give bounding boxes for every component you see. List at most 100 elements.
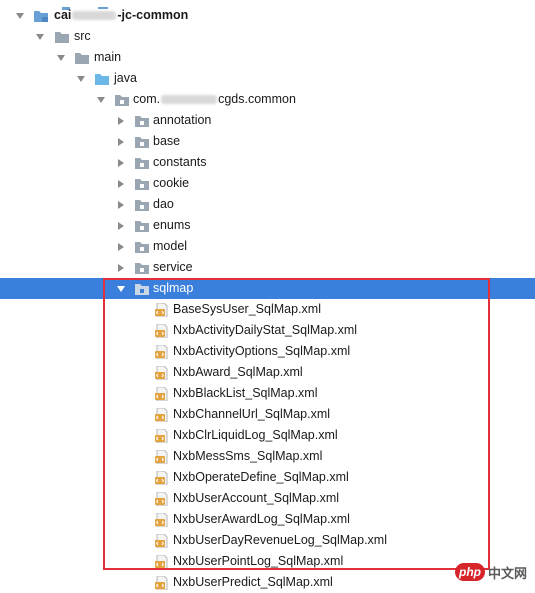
tree-row-package-annotation[interactable]: annotation — [0, 110, 535, 131]
file-label: NxbBlackList_SqlMap.xml — [173, 386, 318, 400]
tree-row-java[interactable]: java — [0, 68, 535, 89]
xml-file-icon — [154, 534, 170, 548]
module-name: cai -jc-common — [54, 8, 188, 23]
triangle-down-icon[interactable] — [56, 53, 66, 63]
tree-row-module[interactable]: cai -jc-common — [0, 5, 535, 26]
file-label: NxbClrLiquidLog_SqlMap.xml — [173, 428, 338, 442]
package-label: enums — [153, 218, 191, 232]
package-folder-icon — [134, 240, 150, 254]
xml-file-icon — [154, 450, 170, 464]
tree-row-file[interactable]: NxbActivityOptions_SqlMap.xml — [0, 341, 535, 362]
file-label: NxbUserAccount_SqlMap.xml — [173, 491, 340, 505]
package-folder-icon — [134, 282, 150, 296]
package-folder-icon — [114, 93, 130, 107]
file-label: NxbChannelUrl_SqlMap.xml — [173, 407, 331, 421]
xml-file-icon — [154, 408, 170, 422]
source-folder-icon — [94, 72, 110, 86]
tree-row-main[interactable]: main — [0, 47, 535, 68]
folder-label-java: java — [114, 71, 137, 85]
folder-label-src: src — [74, 29, 91, 43]
package-label: annotation — [153, 113, 212, 127]
package-label: cookie — [153, 176, 190, 190]
triangle-right-icon[interactable] — [116, 179, 126, 189]
tree-row-file[interactable]: NxbBlackList_SqlMap.xml — [0, 383, 535, 404]
root-package-name: com. cgds.common — [133, 92, 296, 107]
package-folder-icon — [134, 219, 150, 233]
scrolled-row-remnant — [0, 0, 535, 10]
triangle-right-icon[interactable] — [116, 200, 126, 210]
file-label: NxbUserDayRevenueLog_SqlMap.xml — [173, 533, 387, 547]
triangle-right-icon[interactable] — [116, 242, 126, 252]
folder-icon — [54, 30, 70, 44]
package-label: base — [153, 134, 181, 148]
folder-icon — [74, 51, 90, 65]
xml-file-icon — [154, 513, 170, 527]
package-label: model — [153, 239, 188, 253]
file-label: NxbMessSms_SqlMap.xml — [173, 449, 323, 463]
tree-row-sqlmap[interactable]: sqlmap — [0, 278, 535, 299]
package-name-prefix: com. — [133, 92, 161, 106]
triangle-down-icon[interactable] — [15, 11, 25, 21]
file-label: NxbActivityOptions_SqlMap.xml — [173, 344, 351, 358]
package-folder-icon — [134, 114, 150, 128]
xml-file-icon — [154, 387, 170, 401]
package-name-suffix: cgds.common — [218, 92, 296, 106]
file-label: NxbUserPointLog_SqlMap.xml — [173, 554, 344, 568]
tree-row-package-service[interactable]: service — [0, 257, 535, 278]
redacted-text — [161, 95, 218, 105]
tree-row-package-model[interactable]: model — [0, 236, 535, 257]
xml-file-icon — [154, 345, 170, 359]
triangle-down-icon[interactable] — [116, 284, 126, 294]
file-label: NxbAward_SqlMap.xml — [173, 365, 303, 379]
xml-file-icon — [154, 324, 170, 338]
tree-row-file[interactable]: NxbAward_SqlMap.xml — [0, 362, 535, 383]
watermark-text: 中文网 — [487, 565, 527, 581]
xml-file-icon — [154, 429, 170, 443]
triangle-right-icon[interactable] — [116, 221, 126, 231]
tree-row-file[interactable]: NxbUserDayRevenueLog_SqlMap.xml — [0, 530, 535, 551]
tree-row-file[interactable]: NxbOperateDefine_SqlMap.xml — [0, 467, 535, 488]
tree-row-file[interactable]: NxbChannelUrl_SqlMap.xml — [0, 404, 535, 425]
tree-row-file[interactable]: NxbMessSms_SqlMap.xml — [0, 446, 535, 467]
module-name-suffix: -jc-common — [117, 8, 189, 22]
triangle-right-icon[interactable] — [116, 137, 126, 147]
xml-file-icon — [154, 492, 170, 506]
project-tree: cai -jc-common src main java com. cgds.c… — [0, 0, 535, 590]
xml-file-icon — [154, 303, 170, 317]
tree-row-file[interactable]: BaseSysUser_SqlMap.xml — [0, 299, 535, 320]
package-folder-icon — [134, 156, 150, 170]
triangle-right-icon[interactable] — [116, 116, 126, 126]
triangle-down-icon[interactable] — [76, 74, 86, 84]
file-label: BaseSysUser_SqlMap.xml — [173, 302, 321, 316]
tree-row-src[interactable]: src — [0, 26, 535, 47]
tree-row-root-package[interactable]: com. cgds.common — [0, 89, 535, 110]
package-folder-icon — [134, 135, 150, 149]
tree-row-package-constants[interactable]: constants — [0, 152, 535, 173]
tree-row-file[interactable]: NxbClrLiquidLog_SqlMap.xml — [0, 425, 535, 446]
package-label-sqlmap: sqlmap — [153, 281, 194, 295]
watermark: php 中文网 — [454, 562, 527, 582]
module-folder-icon — [33, 9, 49, 23]
tree-row-package-dao[interactable]: dao — [0, 194, 535, 215]
package-folder-icon — [134, 198, 150, 212]
triangle-right-icon[interactable] — [116, 263, 126, 273]
tree-row-file[interactable]: NxbUserAwardLog_SqlMap.xml — [0, 509, 535, 530]
package-folder-icon — [134, 177, 150, 191]
file-label: NxbActivityDailyStat_SqlMap.xml — [173, 323, 358, 337]
tree-row-package-cookie[interactable]: cookie — [0, 173, 535, 194]
xml-file-icon — [154, 555, 170, 569]
module-name-prefix: cai — [54, 8, 72, 22]
tree-row-file[interactable]: NxbActivityDailyStat_SqlMap.xml — [0, 320, 535, 341]
package-label: dao — [153, 197, 174, 211]
tree-row-package-enums[interactable]: enums — [0, 215, 535, 236]
file-label: NxbUserAwardLog_SqlMap.xml — [173, 512, 350, 526]
triangle-down-icon[interactable] — [96, 95, 106, 105]
package-label: service — [153, 260, 193, 274]
triangle-right-icon[interactable] — [116, 158, 126, 168]
package-label: constants — [153, 155, 207, 169]
folder-label-main: main — [94, 50, 122, 64]
tree-row-file[interactable]: NxbUserAccount_SqlMap.xml — [0, 488, 535, 509]
tree-row-package-base[interactable]: base — [0, 131, 535, 152]
triangle-down-icon[interactable] — [35, 32, 45, 42]
file-label: NxbOperateDefine_SqlMap.xml — [173, 470, 349, 484]
